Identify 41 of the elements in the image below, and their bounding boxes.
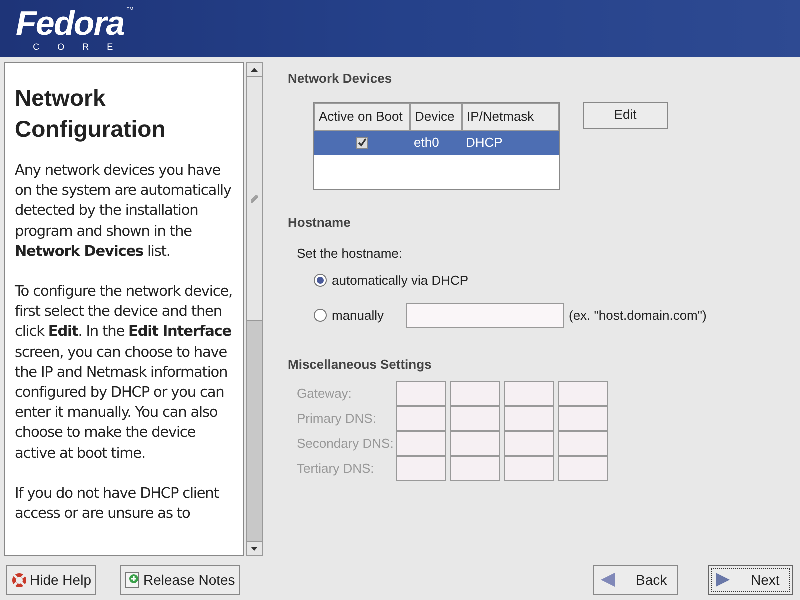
checkbox[interactable]	[356, 136, 368, 148]
document-plus-icon	[125, 572, 142, 588]
hostname-input-field[interactable]	[406, 303, 564, 328]
field-label: Gateway:	[297, 384, 353, 403]
section-title: Hostname	[288, 214, 352, 232]
help-paragraph: To configure the network device, first select the device and then click Edit. In the Edit Interface screen, you can choose to have the IP and Netmask information configured by DHCP or you can enter it manually. You can also choose to make the device active at boot time.	[15, 283, 233, 464]
release-notes-button[interactable]: Release Notes	[120, 565, 240, 595]
edit-button[interactable]: Edit	[583, 102, 668, 128]
help-paragraph: If you do not have DHCP client access or are unsure as to	[15, 484, 220, 524]
field-label: Secondary DNS:	[297, 434, 395, 453]
hide-help-button[interactable]: Hide Help	[6, 565, 96, 595]
field-label: Tertiary DNS:	[297, 460, 376, 478]
scroll-up-icon[interactable]	[247, 63, 262, 77]
column-header[interactable]: Active on Boot	[314, 102, 410, 130]
lifebuoy-icon	[11, 572, 28, 588]
section-title: Network Devices	[288, 70, 394, 88]
logo-subtitle: CORE	[33, 42, 132, 52]
next-button[interactable]: Next	[708, 565, 793, 595]
help-paragraph: Any network devices you have on the system are automatically detected by the installation program and shown in the Network Devices list.	[15, 162, 232, 262]
table-cell-text: eth0	[413, 134, 440, 152]
trademark-mark: ™	[126, 6, 134, 16]
column-header[interactable]: Device	[410, 102, 462, 130]
section-title: Miscellaneous Settings	[288, 356, 433, 374]
radio-option[interactable]: automatically via DHCP	[314, 270, 469, 290]
field-label: Primary DNS:	[297, 410, 378, 428]
radio-button[interactable]	[314, 309, 327, 322]
table-row[interactable]: eth0 DHCP	[314, 130, 559, 154]
right-arrow-icon	[715, 572, 731, 588]
radio-option[interactable]: manually	[314, 306, 406, 326]
scrollbar[interactable]	[246, 62, 263, 556]
radio-button[interactable]	[314, 274, 327, 287]
help-title: Network Configuration	[15, 84, 167, 144]
hostname-prompt: Set the hostname:	[296, 245, 404, 263]
table-cell-text: DHCP	[465, 134, 504, 152]
column-header[interactable]: IP/Netmask	[462, 102, 559, 130]
scroll-down-icon[interactable]	[247, 541, 262, 555]
back-button[interactable]: Back	[593, 565, 678, 595]
fedora-logo: Fedora	[16, 6, 124, 42]
scroll-thumb[interactable]	[247, 77, 262, 321]
left-arrow-icon	[600, 572, 616, 588]
hostname-example: (ex. "host.domain.com")	[569, 306, 707, 325]
